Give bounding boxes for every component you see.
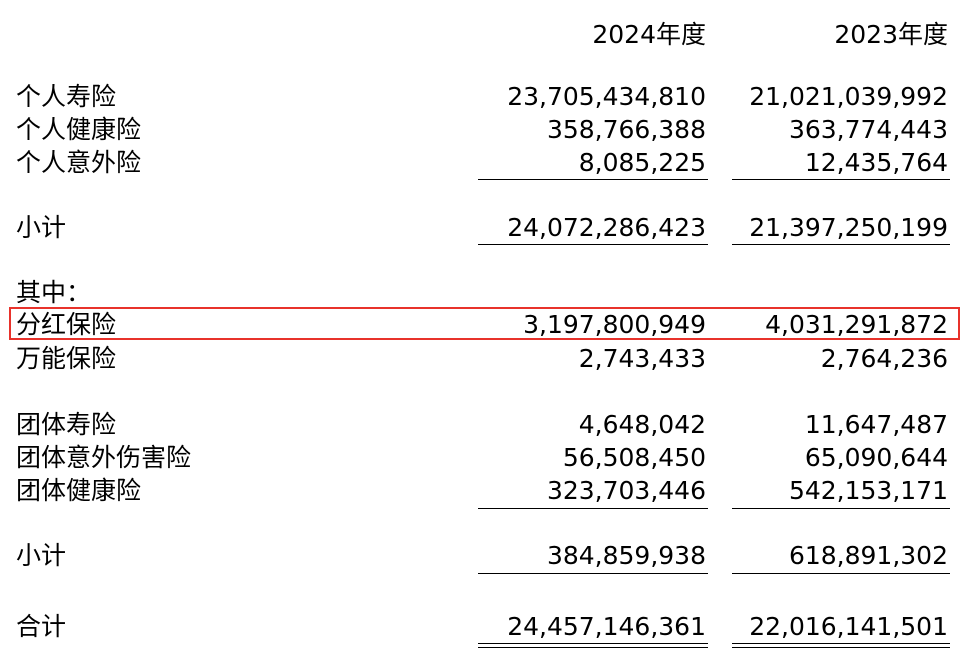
table-row: 个人意外险 8,085,225 12,435,764: [0, 146, 974, 180]
total-double-rule-top: [478, 643, 708, 644]
value-2024: 56,508,450: [562, 443, 706, 472]
header-2023: 2023年度: [834, 20, 948, 49]
value-2023: 363,774,443: [788, 115, 948, 144]
table-row: 个人健康险 358,766,388 363,774,443: [0, 113, 974, 147]
value-2023: 21,021,039,992: [749, 82, 948, 111]
row-label: 个人意外险: [16, 148, 142, 177]
row-label: 个人寿险: [16, 82, 117, 111]
value-2024: 8,085,225: [578, 148, 706, 177]
value-2024: 23,705,434,810: [507, 82, 706, 111]
table-row: 个人寿险 23,705,434,810 21,021,039,992: [0, 80, 974, 114]
value-2023: 2,764,236: [820, 344, 948, 373]
row-label: 小计: [16, 213, 67, 242]
value-2023: 542,153,171: [788, 476, 948, 505]
row-label: 个人健康险: [16, 115, 142, 144]
subtotal-rule: [478, 508, 708, 509]
table-row-total: 合计 24,457,146,361 22,016,141,501: [0, 610, 974, 644]
subtotal-rule: [478, 179, 708, 180]
header-2024: 2024年度: [592, 20, 706, 49]
total-double-rule-top: [732, 643, 950, 644]
table-row: 万能保险 2,743,433 2,764,236: [0, 342, 974, 376]
total-double-rule-bottom: [732, 647, 950, 648]
value-2023: 4,031,291,872: [765, 310, 948, 339]
subtotal-rule: [732, 179, 950, 180]
row-label: 其中：: [16, 278, 92, 307]
row-label: 合计: [16, 612, 67, 641]
row-label: 分红保险: [16, 310, 117, 339]
value-2024: 2,743,433: [578, 344, 706, 373]
value-2024: 358,766,388: [546, 115, 706, 144]
subtotal-rule: [478, 244, 708, 245]
value-2024: 3,197,800,949: [523, 310, 706, 339]
total-double-rule-bottom: [478, 647, 708, 648]
value-2024: 4,648,042: [578, 410, 706, 439]
row-label: 团体健康险: [16, 476, 142, 505]
subtotal-rule: [732, 573, 950, 574]
value-2023: 12,435,764: [804, 148, 948, 177]
table-row: 其中：: [0, 276, 974, 310]
financial-table: 2024年度 2023年度 个人寿险 23,705,434,810 21,021…: [0, 0, 974, 659]
row-label: 团体寿险: [16, 410, 117, 439]
row-label: 万能保险: [16, 344, 117, 373]
subtotal-rule: [478, 573, 708, 574]
value-2023: 11,647,487: [804, 410, 948, 439]
value-2024: 24,072,286,423: [507, 213, 706, 242]
table-row-subtotal: 小计 24,072,286,423 21,397,250,199: [0, 211, 974, 245]
table-row-highlighted: 分红保险 3,197,800,949 4,031,291,872: [0, 308, 974, 342]
row-label: 团体意外伤害险: [16, 443, 192, 472]
value-2023: 22,016,141,501: [749, 612, 948, 641]
table-row: 团体寿险 4,648,042 11,647,487: [0, 408, 974, 442]
table-row: 团体意外伤害险 56,508,450 65,090,644: [0, 441, 974, 475]
subtotal-rule: [732, 244, 950, 245]
value-2023: 21,397,250,199: [749, 213, 948, 242]
value-2023: 618,891,302: [788, 541, 948, 570]
row-label: 小计: [16, 541, 67, 570]
value-2024: 24,457,146,361: [507, 612, 706, 641]
table-row: 团体健康险 323,703,446 542,153,171: [0, 474, 974, 508]
value-2024: 323,703,446: [546, 476, 706, 505]
value-2024: 384,859,938: [546, 541, 706, 570]
table-row-subtotal: 小计 384,859,938 618,891,302: [0, 539, 974, 573]
subtotal-rule: [732, 508, 950, 509]
value-2023: 65,090,644: [804, 443, 948, 472]
